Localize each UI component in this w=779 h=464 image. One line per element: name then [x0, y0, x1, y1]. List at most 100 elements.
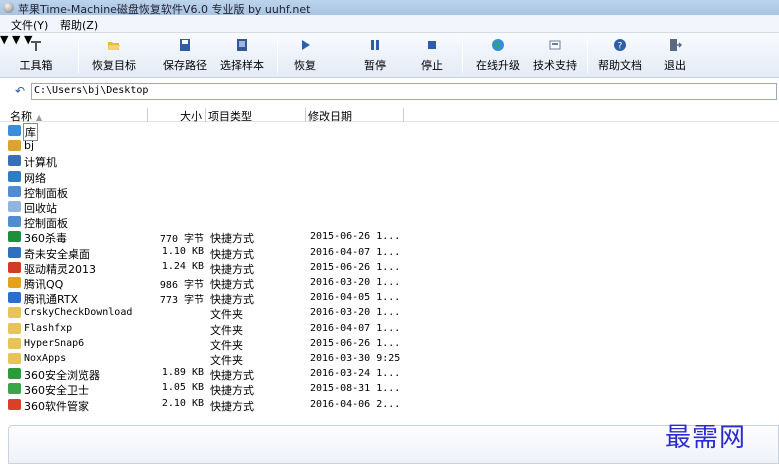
row-date: 2016-03-30 9:25	[310, 353, 401, 364]
network-icon	[8, 170, 21, 182]
file-list[interactable]: 库 bj 计算机 网络 控制面板 回收站 控制面板 360杀毒 770 字节 快捷方式 2015-0…	[0, 123, 779, 425]
table-row[interactable]: CrskyCheckDownload 文件夹 2016-03-20 1...	[0, 305, 779, 321]
stop-button[interactable]: 停止	[415, 36, 449, 76]
table-row[interactable]: HyperSnap6 文件夹 2015-06-26 1...	[0, 336, 779, 352]
row-date: 2016-03-20 1...	[310, 307, 401, 319]
shortcut-icon	[8, 398, 21, 410]
row-size: 2.10 KB	[161, 397, 204, 409]
column-header-date[interactable]: 修改日期	[306, 108, 404, 123]
recover-button[interactable]: 恢复	[288, 36, 322, 76]
table-row[interactable]: Flashfxp 文件夹 2016-04-07 1...	[0, 321, 779, 337]
save-path-button[interactable]: 保存路径	[160, 36, 210, 76]
table-row[interactable]: 网络	[0, 169, 779, 185]
play-icon	[302, 40, 310, 50]
app-icon	[3, 2, 14, 13]
exit-button[interactable]: 退出	[660, 36, 690, 76]
shortcut-icon	[8, 261, 21, 273]
library-icon	[8, 125, 21, 136]
row-size: 773 字节	[159, 295, 204, 307]
folder-open-icon	[108, 42, 120, 50]
row-size: 1.89 KB	[161, 367, 204, 379]
row-date: 2015-06-26 1...	[310, 261, 401, 273]
help-icon: ?	[614, 39, 626, 52]
shortcut-icon	[8, 368, 21, 380]
table-row[interactable]: bj	[0, 138, 779, 153]
table-row[interactable]: 回收站	[0, 199, 779, 215]
table-row[interactable]: 库	[0, 123, 779, 141]
menu-file[interactable]: 文件(Y)	[8, 17, 51, 33]
row-name: Flashfxp	[24, 322, 73, 334]
row-name: HyperSnap6	[24, 337, 85, 349]
row-date: 2015-08-31 1...	[310, 383, 401, 395]
support-icon	[549, 40, 561, 50]
folder-icon	[8, 322, 21, 334]
column-header-size[interactable]: 大小	[148, 108, 206, 123]
shortcut-icon	[8, 246, 21, 258]
list-header: 名称 ▲ 大小 项目类型 修改日期	[0, 107, 779, 123]
watermark-text: 最需网	[665, 423, 747, 453]
pause-button[interactable]: 暂停	[358, 36, 392, 76]
bottom-panel	[8, 425, 779, 464]
column-header-name[interactable]: 名称 ▲	[8, 108, 148, 123]
shortcut-icon	[8, 292, 21, 304]
globe-icon	[492, 39, 504, 51]
save-icon	[180, 39, 190, 51]
row-size: 986 字节	[159, 280, 204, 291]
select-sample-button[interactable]: 选择样本	[217, 36, 267, 76]
row-name: bj	[24, 139, 35, 153]
table-row[interactable]: 腾讯QQ 986 字节 快捷方式 2016-03-20 1...	[0, 275, 779, 291]
folder-icon	[8, 353, 21, 364]
folder-icon	[8, 307, 21, 319]
row-name: NoxApps	[24, 353, 67, 364]
recycle-bin-icon	[8, 201, 21, 212]
row-name: CrskyCheckDownload	[24, 307, 133, 319]
table-row[interactable]: 360安全浏览器 1.89 KB 快捷方式 2016-03-24 1...	[0, 366, 779, 382]
svg-text:?: ?	[618, 42, 623, 52]
row-size: 770 字节	[159, 234, 204, 246]
shortcut-icon	[8, 231, 21, 243]
row-date: 2016-04-05 1...	[310, 292, 401, 304]
table-row[interactable]: 计算机	[0, 153, 779, 169]
toolbox-icon	[31, 41, 41, 51]
toolbar: 工具箱 ▼ 恢复目标 ▼ 保存路径 选择样本 恢复 ▼ 暂停 停止 在线升级 技…	[0, 33, 779, 78]
column-header-type[interactable]: 项目类型	[206, 108, 306, 123]
shortcut-icon	[8, 277, 21, 288]
table-row[interactable]: NoxApps 文件夹 2016-03-30 9:25	[0, 351, 779, 367]
toolbox-button[interactable]: 工具箱	[16, 36, 56, 76]
computer-icon	[8, 155, 21, 167]
menu-help[interactable]: 帮助(Z)	[57, 17, 101, 33]
control-panel-icon	[8, 185, 21, 197]
menu-bar: 文件(Y) 帮助(Z)	[0, 15, 779, 33]
user-folder-icon	[8, 140, 21, 152]
pause-icon	[371, 40, 379, 50]
stop-icon	[428, 41, 436, 49]
table-row[interactable]: 控制面板	[0, 184, 779, 200]
help-docs-button[interactable]: ? 帮助文档	[594, 36, 646, 76]
table-row[interactable]: 控制面板	[0, 214, 779, 230]
table-row[interactable]: 奇未安全桌面 1.10 KB 快捷方式 2016-04-07 1...	[0, 245, 779, 261]
row-date: 2016-03-20 1...	[310, 277, 401, 288]
table-row[interactable]: 360杀毒 770 字节 快捷方式 2015-06-26 1...	[0, 229, 779, 246]
row-date: 2016-04-07 1...	[310, 322, 401, 334]
table-row[interactable]: 360软件管家 2.10 KB 快捷方式 2016-04-06 2...	[0, 397, 779, 413]
sample-icon	[237, 39, 247, 51]
tech-support-button[interactable]: 技术支持	[529, 36, 581, 76]
folder-icon	[8, 337, 21, 349]
back-icon[interactable]: ↶	[15, 84, 25, 98]
recover-target-button[interactable]: 恢复目标	[89, 36, 139, 76]
row-date: 2015-06-26 1...	[310, 231, 401, 243]
row-date: 2016-04-06 2...	[310, 398, 401, 410]
exit-icon	[670, 39, 682, 51]
row-date: 2016-04-07 1...	[310, 246, 401, 258]
title-bar: 苹果Time-Machine磁盘恢复软件V6.0 专业版 by uuhf.net	[0, 0, 779, 16]
table-row[interactable]: 腾讯通RTX 773 字节 快捷方式 2016-04-05 1...	[0, 290, 779, 307]
shortcut-icon	[8, 383, 21, 395]
table-row[interactable]: 360安全卫士 1.05 KB 快捷方式 2015-08-31 1...	[0, 381, 779, 397]
row-name: 360软件管家	[24, 399, 89, 413]
path-bar: ↶ C:\Users\bj\Desktop	[0, 81, 779, 101]
online-upgrade-button[interactable]: 在线升级	[472, 36, 524, 76]
row-size: 1.05 KB	[161, 382, 204, 394]
toolbox-dropdown-arrow[interactable]: ▼	[0, 33, 8, 46]
table-row[interactable]: 驱动精灵2013 1.24 KB 快捷方式 2015-06-26 1...	[0, 260, 779, 276]
path-input[interactable]: C:\Users\bj\Desktop	[31, 83, 777, 100]
